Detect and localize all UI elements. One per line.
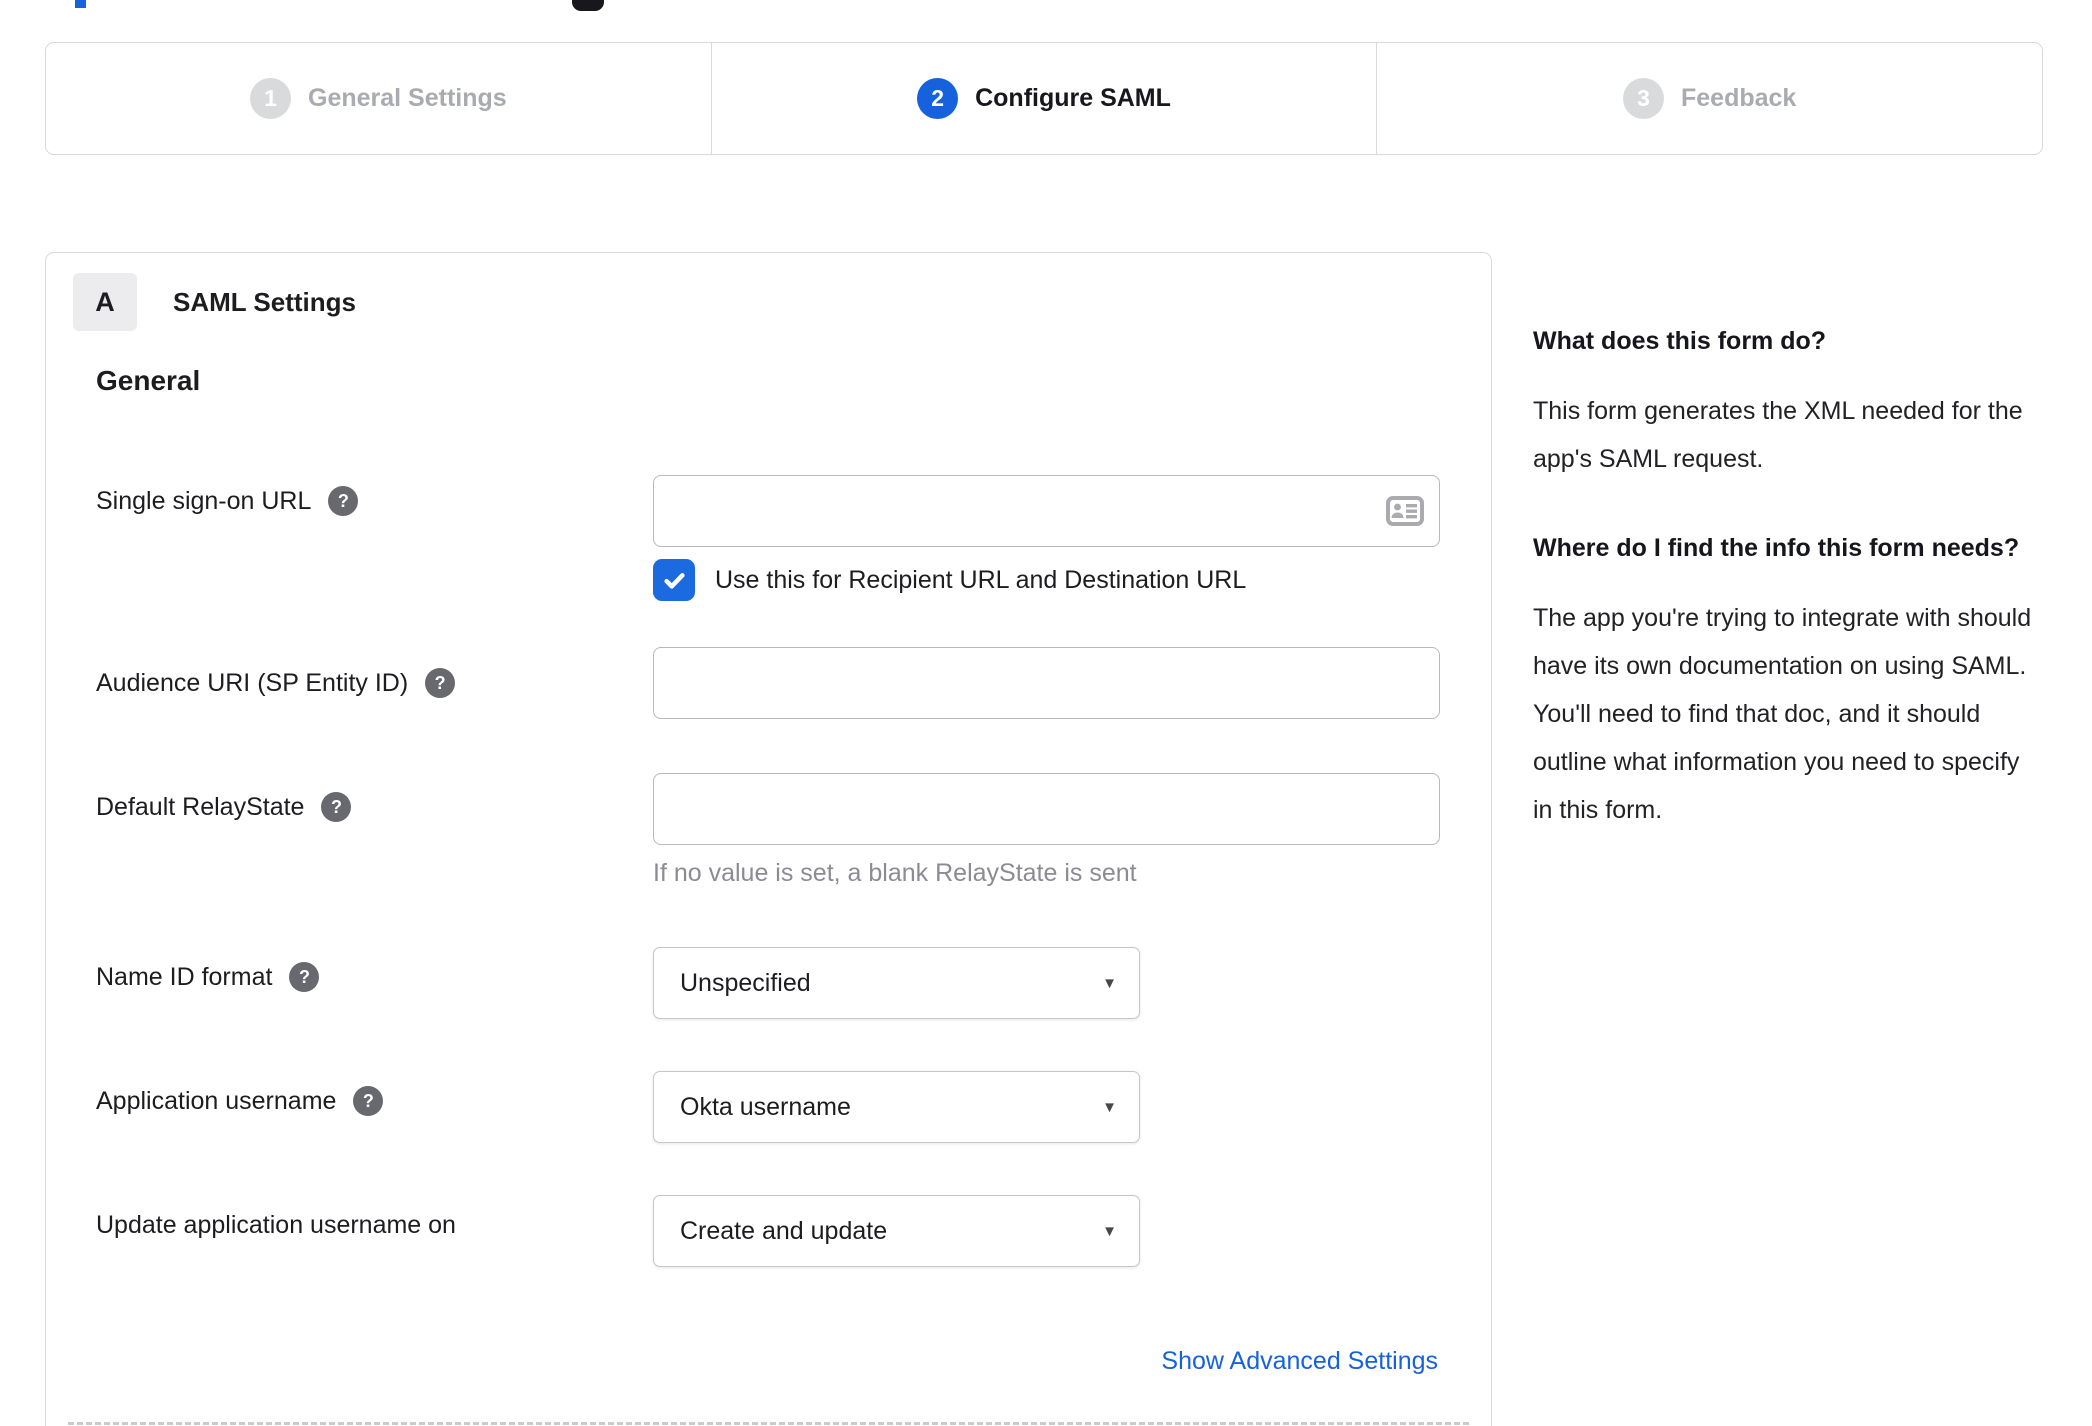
update-username-label-text: Update application username on	[96, 1211, 456, 1239]
default-relaystate-label-text: Default RelayState	[96, 793, 305, 821]
default-relaystate-input[interactable]	[653, 773, 1440, 845]
sso-url-label: Single sign-on URL ?	[96, 483, 359, 519]
panel-title: SAML Settings	[173, 286, 356, 317]
cropped-header-fragment	[572, 0, 604, 11]
audience-uri-label: Audience URI (SP Entity ID) ?	[96, 665, 456, 701]
step-2-number-badge: 2	[917, 78, 959, 119]
chevron-down-icon: ▼	[1102, 1222, 1117, 1240]
sso-url-label-text: Single sign-on URL	[96, 487, 312, 515]
help-icon[interactable]: ?	[321, 792, 352, 822]
relaystate-hint: If no value is set, a blank RelayState i…	[653, 859, 1137, 887]
application-username-select[interactable]: Okta username ▼	[653, 1071, 1140, 1143]
section-a-badge: A	[73, 273, 137, 331]
recipient-url-checkbox-label: Use this for Recipient URL and Destinati…	[715, 565, 1247, 594]
application-username-value: Okta username	[680, 1092, 851, 1121]
step-3-number-badge: 3	[1623, 78, 1664, 119]
section-divider-dashed	[68, 1422, 1469, 1425]
sidebar-body-what: This form generates the XML needed for t…	[1533, 396, 2023, 473]
application-username-label: Application username ?	[96, 1083, 384, 1119]
sidebar-heading-what: What does this form do?	[1533, 327, 1827, 355]
sso-url-input[interactable]	[653, 475, 1440, 547]
update-username-value: Create and update	[680, 1216, 888, 1245]
saml-settings-panel: A SAML Settings General Single sign-on U…	[45, 252, 1492, 1426]
wizard-stepper: 1 General Settings 2 Configure SAML 3 Fe…	[45, 42, 2043, 155]
update-username-label: Update application username on	[96, 1207, 456, 1243]
step-1-label: General Settings	[308, 84, 507, 112]
sidebar-body-where: The app you're trying to integrate with …	[1533, 603, 2032, 824]
default-relaystate-label: Default RelayState ?	[96, 789, 352, 825]
checkmark-icon	[663, 572, 685, 589]
step-configure-saml[interactable]: 2 Configure SAML	[710, 43, 1377, 154]
step-feedback: 3 Feedback	[1376, 43, 2042, 154]
show-advanced-settings-link[interactable]: Show Advanced Settings	[1161, 1347, 1438, 1376]
cropped-tab-indicator-fragment	[75, 0, 86, 8]
sso-url-input-wrap	[653, 475, 1440, 547]
name-id-format-select[interactable]: Unspecified ▼	[653, 947, 1140, 1019]
default-relaystate-input-wrap	[653, 773, 1440, 845]
name-id-format-value: Unspecified	[680, 968, 811, 997]
step-1-number-badge: 1	[250, 78, 291, 119]
step-2-label: Configure SAML	[975, 84, 1171, 112]
sidebar-heading-where: Where do I find the info this form needs…	[1533, 533, 2020, 562]
step-3-label: Feedback	[1681, 84, 1797, 112]
chevron-down-icon: ▼	[1102, 1098, 1117, 1116]
help-sidebar: What does this form do? This form genera…	[1533, 322, 2038, 880]
recipient-url-checkbox[interactable]	[653, 559, 695, 601]
name-id-format-label-text: Name ID format	[96, 963, 273, 991]
chevron-down-icon: ▼	[1102, 974, 1117, 992]
application-username-label-text: Application username	[96, 1087, 337, 1115]
audience-uri-input[interactable]	[653, 647, 1440, 719]
help-icon[interactable]: ?	[353, 1086, 384, 1116]
recipient-url-checkbox-row: Use this for Recipient URL and Destinati…	[653, 559, 1246, 601]
step-general-settings[interactable]: 1 General Settings	[46, 43, 711, 154]
contact-card-icon	[1386, 496, 1424, 526]
help-icon[interactable]: ?	[289, 962, 320, 992]
name-id-format-label: Name ID format ?	[96, 959, 320, 995]
help-icon[interactable]: ?	[425, 668, 456, 698]
audience-uri-input-wrap	[653, 647, 1440, 719]
update-username-select[interactable]: Create and update ▼	[653, 1195, 1140, 1267]
section-header: A SAML Settings	[73, 273, 356, 331]
help-icon[interactable]: ?	[328, 486, 359, 516]
configure-saml-page: 1 General Settings 2 Configure SAML 3 Fe…	[0, 0, 2092, 1426]
general-heading: General	[96, 365, 201, 396]
audience-uri-label-text: Audience URI (SP Entity ID)	[96, 669, 409, 697]
